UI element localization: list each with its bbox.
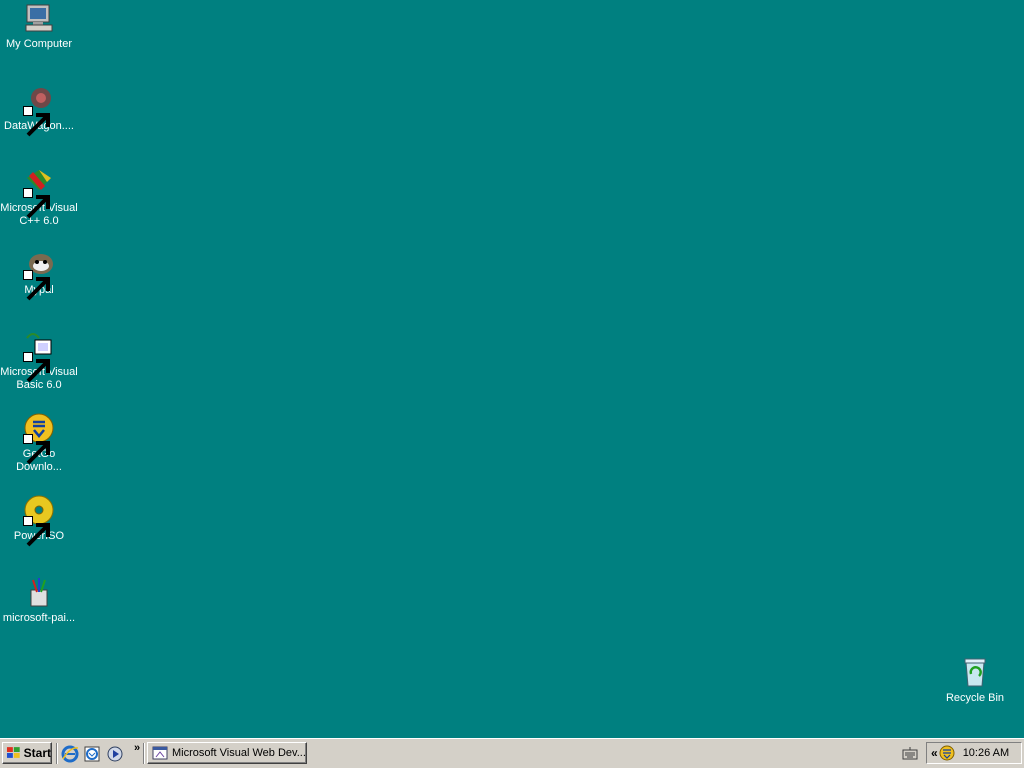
desktop-icon-paint[interactable]: microsoft-pai... xyxy=(0,576,78,625)
start-label: Start xyxy=(23,746,51,760)
icon-label: Recycle Bin xyxy=(945,692,1005,704)
getgo-tray-icon[interactable] xyxy=(939,745,955,761)
desktop-icon-poweriso[interactable]: PowerISO xyxy=(0,494,78,547)
getgo-icon xyxy=(23,412,55,465)
shortcut-arrow-icon xyxy=(23,270,50,301)
start-button[interactable]: Start xyxy=(2,742,52,764)
desktop-icon-mypal[interactable]: Mypal xyxy=(0,248,78,301)
system-tray: « 10:26 AM xyxy=(926,742,1022,764)
clock[interactable]: 10:26 AM xyxy=(963,747,1009,759)
task-button-label: Microsoft Visual Web Dev... xyxy=(172,747,306,759)
quick-launch-more-icon[interactable]: » xyxy=(134,742,140,754)
desktop-icon-my-computer[interactable]: My Computer xyxy=(0,2,78,51)
mypal-icon xyxy=(23,248,55,301)
icon-label: microsoft-pai... xyxy=(2,612,76,624)
internet-explorer-icon[interactable] xyxy=(61,745,79,763)
poweriso-icon xyxy=(23,494,55,547)
desktop-icon-visual-cpp[interactable]: Microsoft Visual C++ 6.0 xyxy=(0,166,78,228)
visual-cpp-icon xyxy=(23,166,55,219)
desktop: My Computer DataWagon.... Microsoft Visu… xyxy=(0,0,1024,738)
visual-basic-icon xyxy=(23,330,55,383)
shortcut-arrow-icon xyxy=(23,106,50,137)
paint-icon xyxy=(23,576,55,608)
icon-label: My Computer xyxy=(5,38,73,50)
taskbar-separator xyxy=(56,743,58,764)
shortcut-arrow-icon xyxy=(23,188,50,219)
taskbar-separator xyxy=(143,743,145,764)
my-computer-icon xyxy=(23,2,55,34)
task-button-visual-web-developer[interactable]: Microsoft Visual Web Dev... xyxy=(147,742,307,764)
shortcut-arrow-icon xyxy=(23,352,50,383)
show-hidden-icons-icon[interactable]: « xyxy=(931,746,937,760)
visual-web-developer-icon xyxy=(152,746,168,760)
desktop-icon-datawagon[interactable]: DataWagon.... xyxy=(0,84,78,137)
windows-logo-icon xyxy=(6,747,20,758)
shortcut-arrow-icon xyxy=(23,516,50,547)
taskbar: Start » Microsoft Visual Web Dev... « 10… xyxy=(0,738,1024,768)
shortcut-arrow-icon xyxy=(23,434,50,465)
media-player-icon[interactable] xyxy=(106,745,124,763)
desktop-icon-visual-basic[interactable]: Microsoft Visual Basic 6.0 xyxy=(0,330,78,392)
desktop-icon-getgo[interactable]: GetGo Downlo... xyxy=(0,412,78,474)
recycle-bin-icon xyxy=(959,656,991,688)
desktop-icon-recycle-bin[interactable]: Recycle Bin xyxy=(936,656,1014,705)
keyboard-icon[interactable] xyxy=(902,747,918,761)
datawagon-icon xyxy=(23,84,55,137)
outlook-express-icon[interactable] xyxy=(83,745,101,763)
